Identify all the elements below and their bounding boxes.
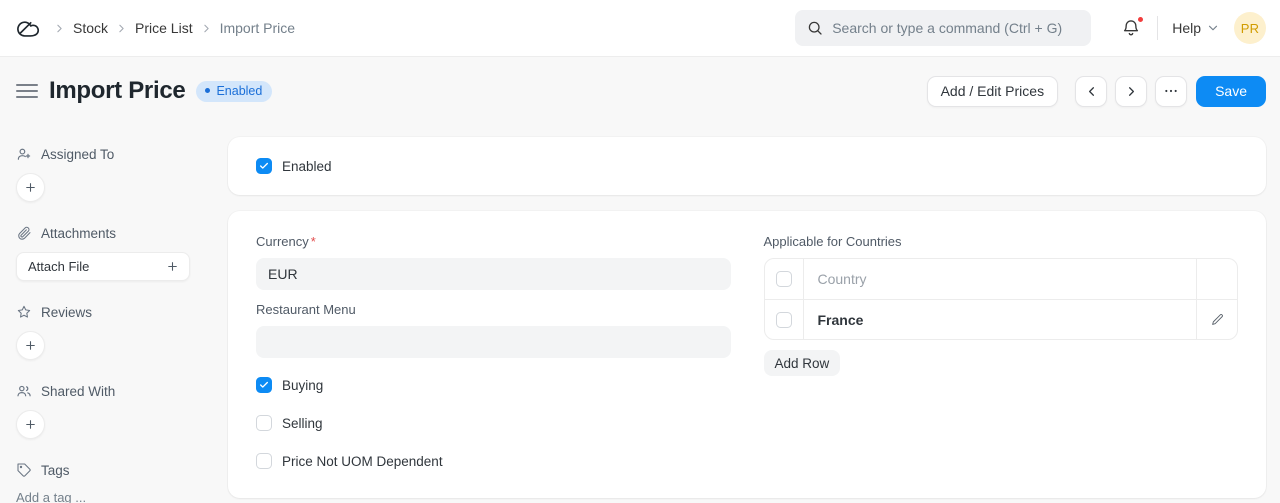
currency-field: Currency * EUR (256, 234, 731, 290)
add-row-button[interactable]: Add Row (763, 350, 841, 376)
buying-checkbox-label: Buying (282, 377, 324, 393)
app-logo-icon[interactable] (16, 17, 43, 39)
checkbox-group: Buying Selling Price Not UOM Dependent (256, 377, 731, 469)
countries-table-label: Applicable for Countries (763, 234, 902, 249)
save-button[interactable]: Save (1196, 75, 1266, 107)
users-icon (16, 383, 32, 399)
required-marker: * (310, 234, 316, 249)
next-record-button[interactable] (1115, 75, 1148, 107)
tag-icon (16, 462, 32, 478)
navbar-divider (1157, 16, 1159, 40)
breadcrumb-item-stock[interactable]: Stock (73, 20, 108, 36)
notifications-bell-icon[interactable] (1117, 14, 1145, 42)
add-assignment-button[interactable] (16, 173, 45, 202)
add-review-button[interactable] (16, 331, 45, 360)
status-badge-label: Enabled (216, 83, 263, 98)
plus-icon (26, 420, 35, 429)
page-title: Import Price (49, 77, 186, 104)
assigned-to-label: Assigned To (41, 146, 115, 162)
edit-row-button[interactable] (1197, 313, 1237, 326)
chevron-right-icon (115, 22, 128, 35)
pencil-icon (1211, 314, 1223, 325)
checkbox-checked-icon (256, 158, 272, 174)
restaurant-menu-label: Restaurant Menu (256, 302, 356, 317)
buying-checkbox[interactable]: Buying (256, 377, 731, 393)
page-header: Import Price Enabled Add / Edit Prices S… (0, 57, 1280, 125)
tags-label: Tags (41, 462, 70, 478)
shared-with-label: Shared With (41, 383, 116, 399)
reviews-section: Reviews (16, 304, 212, 360)
chevron-right-icon (1128, 86, 1134, 96)
attach-file-label: Attach File (28, 259, 90, 274)
search-icon (807, 20, 823, 36)
breadcrumb: Stock Price List Import Price (53, 20, 295, 36)
shared-with-section: Shared With (16, 383, 212, 439)
user-plus-icon (16, 146, 32, 162)
currency-label: Currency (256, 234, 309, 249)
attachments-section: Attachments Attach File (16, 225, 212, 281)
chevron-left-icon (1088, 86, 1094, 96)
form-left-column: Currency * EUR Restaurant Menu Buying Se… (256, 234, 731, 469)
country-column-header: Country (817, 271, 867, 287)
notification-dot (1137, 16, 1145, 23)
add-share-button[interactable] (16, 410, 45, 439)
global-search-input[interactable]: Search or type a command (Ctrl + G) (795, 10, 1092, 46)
chevron-down-icon (1208, 25, 1218, 31)
paperclip-icon (16, 225, 32, 241)
plus-icon (26, 341, 35, 350)
more-options-button[interactable] (1155, 75, 1188, 107)
user-avatar[interactable]: PR (1234, 12, 1266, 44)
country-cell-value[interactable]: France (818, 312, 864, 328)
top-navbar: Stock Price List Import Price Search or … (0, 0, 1280, 57)
chevron-right-icon (200, 22, 213, 35)
enabled-card: Enabled (228, 137, 1266, 195)
checkbox-checked-icon (256, 377, 272, 393)
row-checkbox[interactable] (775, 311, 792, 328)
enabled-checkbox-label: Enabled (282, 158, 332, 174)
form-right-column: Applicable for Countries Country France … (763, 234, 1238, 469)
help-label: Help (1172, 20, 1201, 36)
select-all-checkbox[interactable] (775, 271, 792, 287)
restaurant-menu-input[interactable] (256, 326, 731, 358)
countries-table: Country France (763, 258, 1238, 340)
status-badge: Enabled (196, 80, 273, 102)
add-tag-input[interactable]: Add a tag ... (16, 490, 212, 503)
sidebar-toggle-icon[interactable] (16, 81, 38, 101)
tags-section: Tags Add a tag ... (16, 462, 212, 503)
table-row: France (764, 299, 1237, 339)
assigned-to-section: Assigned To (16, 146, 212, 202)
breadcrumb-item-price-list[interactable]: Price List (135, 20, 193, 36)
help-menu[interactable]: Help (1172, 20, 1220, 36)
form-sidebar: Assigned To Attachments Attach File Revi… (0, 125, 228, 503)
plus-icon (168, 262, 177, 271)
price-not-uom-dependent-checkbox[interactable]: Price Not UOM Dependent (256, 453, 731, 469)
checkbox-unchecked-icon (256, 453, 272, 469)
details-card: Currency * EUR Restaurant Menu Buying Se… (228, 211, 1266, 498)
ellipsis-icon (1165, 89, 1177, 93)
currency-input[interactable]: EUR (256, 258, 731, 290)
attach-file-button[interactable]: Attach File (16, 252, 190, 281)
form-body: Enabled Currency * EUR Restaurant Menu B… (228, 125, 1280, 498)
search-placeholder: Search or type a command (Ctrl + G) (832, 20, 1063, 36)
restaurant-menu-field: Restaurant Menu (256, 302, 731, 358)
previous-record-button[interactable] (1075, 75, 1108, 107)
chevron-right-icon (53, 22, 66, 35)
status-dot (205, 88, 211, 93)
countries-table-header-row: Country (765, 259, 1238, 299)
selling-checkbox[interactable]: Selling (256, 415, 731, 431)
plus-icon (26, 183, 35, 192)
add-edit-prices-button[interactable]: Add / Edit Prices (926, 75, 1059, 107)
breadcrumb-item-current: Import Price (219, 20, 296, 36)
checkbox-unchecked-icon (256, 415, 272, 431)
reviews-label: Reviews (41, 304, 93, 320)
price-not-uom-dependent-label: Price Not UOM Dependent (282, 453, 443, 469)
star-icon (16, 304, 32, 320)
enabled-checkbox[interactable]: Enabled (256, 158, 1238, 174)
selling-checkbox-label: Selling (282, 415, 323, 431)
attachments-label: Attachments (41, 225, 117, 241)
